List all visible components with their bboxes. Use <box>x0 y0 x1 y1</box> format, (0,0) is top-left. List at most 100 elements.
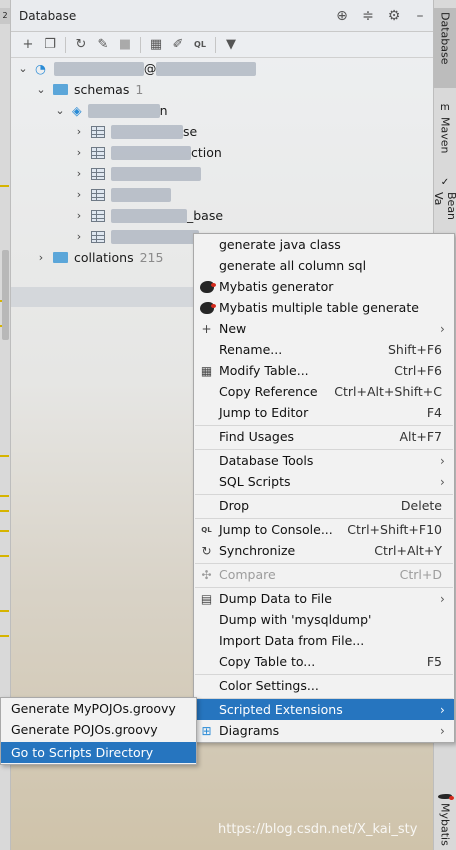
submenu-item-go-to-scripts-directory[interactable]: Go to Scripts Directory <box>1 742 196 763</box>
minimize-icon[interactable]: – <box>407 6 433 26</box>
submenu-item-generate-mypojos[interactable]: Generate MyPOJOs.groovy <box>1 698 196 719</box>
menu-item-copy-reference[interactable]: Copy Reference Ctrl+Alt+Shift+C <box>194 381 454 402</box>
folder-icon <box>53 84 68 95</box>
tab-mybatis[interactable]: Mybatis <box>434 790 456 850</box>
tree-schemas[interactable]: ⌄ schemas 1 <box>35 79 143 100</box>
menu-item-database-tools[interactable]: Database Tools › <box>194 450 454 471</box>
add-icon[interactable]: + <box>17 34 39 56</box>
chevron-right-icon[interactable]: › <box>73 209 85 222</box>
menu-item-diagrams[interactable]: ⊞ Diagrams › <box>194 720 454 741</box>
table-icon: ▦ <box>200 363 213 378</box>
stop-icon[interactable]: ■ <box>114 34 136 56</box>
redacted-text <box>111 145 191 160</box>
tree-connection[interactable]: ⌄ ◔ @ <box>17 58 257 79</box>
menu-item-drop[interactable]: Drop Delete <box>194 495 454 516</box>
sync-icon: ↻ <box>201 543 212 558</box>
table-icon <box>91 167 105 180</box>
table-icon <box>91 146 105 159</box>
collapse-icon[interactable]: ≑ <box>355 6 381 26</box>
submenu-item-generate-pojos[interactable]: Generate POJOs.groovy <box>1 719 196 740</box>
bean-icon: ✓ <box>440 177 450 188</box>
panel-title: Database <box>19 8 77 23</box>
menu-item-jump-to-editor[interactable]: Jump to Editor F4 <box>194 402 454 423</box>
filter-icon[interactable]: ▼ <box>220 34 242 56</box>
maven-icon: m <box>440 102 450 113</box>
chevron-down-icon[interactable]: ⌄ <box>54 104 66 117</box>
menu-item-find-usages[interactable]: Find Usages Alt+F7 <box>194 426 454 447</box>
schema-suffix: n <box>159 103 168 118</box>
schema-icon: ◈ <box>72 103 82 118</box>
toolbar-divider <box>140 36 141 53</box>
redacted-text <box>87 103 160 118</box>
menu-item-modify-table[interactable]: ▦ Modify Table... Ctrl+F6 <box>194 360 454 381</box>
menu-item-generate-java-class[interactable]: generate java class <box>194 234 454 255</box>
collations-label: collations <box>74 250 134 265</box>
properties-icon[interactable]: ✎ <box>92 34 114 56</box>
menu-item-jump-to-console[interactable]: QL Jump to Console... Ctrl+Shift+F10 <box>194 519 454 540</box>
menu-item-mybatis-generator[interactable]: Mybatis generator <box>194 276 454 297</box>
table-icon[interactable]: ▦ <box>145 34 167 56</box>
menu-item-dump-data-to-file[interactable]: ▤ Dump Data to File › <box>194 588 454 609</box>
gutter-marker <box>0 530 9 532</box>
gear-icon[interactable]: ⚙ <box>381 6 407 26</box>
chevron-right-icon[interactable]: › <box>73 230 85 243</box>
table-suffix: ction <box>191 145 222 160</box>
menu-item-dump-with-mysqldump[interactable]: Dump with 'mysqldump' <box>194 609 454 630</box>
gutter-marker <box>0 510 9 512</box>
tree-table[interactable]: › _base <box>73 205 223 226</box>
table-icon <box>91 188 105 201</box>
redacted-text <box>111 229 199 244</box>
plus-icon: + <box>201 321 212 336</box>
table-suffix: se <box>183 124 198 139</box>
redacted-text <box>53 61 144 76</box>
submenu-arrow-icon: › <box>440 474 445 489</box>
tab-maven-label: Maven <box>438 117 452 154</box>
menu-item-sql-scripts[interactable]: SQL Scripts › <box>194 471 454 492</box>
redacted-text <box>111 187 171 202</box>
chevron-right-icon[interactable]: › <box>35 251 47 264</box>
watermark-text: https://blog.csdn.net/X_kai_sty <box>218 822 418 837</box>
menu-item-copy-table-to[interactable]: Copy Table to... F5 <box>194 651 454 672</box>
copy-icon[interactable]: ❐ <box>39 34 61 56</box>
editor-scrollbar[interactable] <box>2 250 9 340</box>
submenu-arrow-icon: › <box>440 453 445 468</box>
connection-suffix: @ <box>143 61 157 76</box>
connection-icon: ◔ <box>35 61 46 76</box>
tree-table[interactable]: › <box>73 163 201 184</box>
chevron-right-icon[interactable]: › <box>73 167 85 180</box>
chevron-right-icon[interactable]: › <box>73 125 85 138</box>
tree-table[interactable]: › se <box>73 121 197 142</box>
panel-toolbar: + ❐ ↻ ✎ ■ ▦ ✐ QL ▼ <box>11 32 433 58</box>
diagram-icon: ⊞ <box>201 723 212 738</box>
menu-item-import-data[interactable]: Import Data from File... <box>194 630 454 651</box>
menu-item-synchronize[interactable]: ↻ Synchronize Ctrl+Alt+Y <box>194 540 454 561</box>
menu-item-generate-all-column-sql[interactable]: generate all column sql <box>194 255 454 276</box>
chevron-down-icon[interactable]: ⌄ <box>35 83 47 96</box>
menu-item-mybatis-multiple-table[interactable]: Mybatis multiple table generate <box>194 297 454 318</box>
chevron-right-icon[interactable]: › <box>73 146 85 159</box>
tree-table[interactable]: › ction <box>73 142 222 163</box>
tree-schema[interactable]: ⌄ ◈ n <box>54 100 168 121</box>
tab-maven[interactable]: m Maven <box>434 100 456 160</box>
menu-item-color-settings[interactable]: Color Settings... <box>194 675 454 696</box>
table-icon <box>91 209 105 222</box>
tree-collations[interactable]: › collations 215 <box>35 247 164 268</box>
panel-titlebar: Database ⊕ ≑ ⚙ – <box>11 0 433 32</box>
tab-bean-validation[interactable]: ✓ Bean Va <box>432 175 456 240</box>
tree-table[interactable]: › <box>73 184 171 205</box>
chevron-down-icon[interactable]: ⌄ <box>17 62 29 75</box>
refresh-icon[interactable]: ↻ <box>70 34 92 56</box>
console-icon[interactable]: QL <box>189 34 211 56</box>
gutter-marker <box>0 185 9 187</box>
edit-icon[interactable]: ✐ <box>167 34 189 56</box>
menu-item-rename[interactable]: Rename... Shift+F6 <box>194 339 454 360</box>
tree-table-selected[interactable]: › s <box>73 226 206 247</box>
menu-item-scripted-extensions[interactable]: Scripted Extensions › <box>194 699 454 720</box>
crosshair-icon[interactable]: ⊕ <box>329 6 355 26</box>
console-icon: QL <box>201 525 212 534</box>
menu-item-new[interactable]: + New › <box>194 318 454 339</box>
tab-database[interactable]: Database <box>434 8 456 88</box>
chevron-right-icon[interactable]: › <box>73 188 85 201</box>
redacted-text <box>111 124 183 139</box>
redacted-text <box>111 208 187 223</box>
